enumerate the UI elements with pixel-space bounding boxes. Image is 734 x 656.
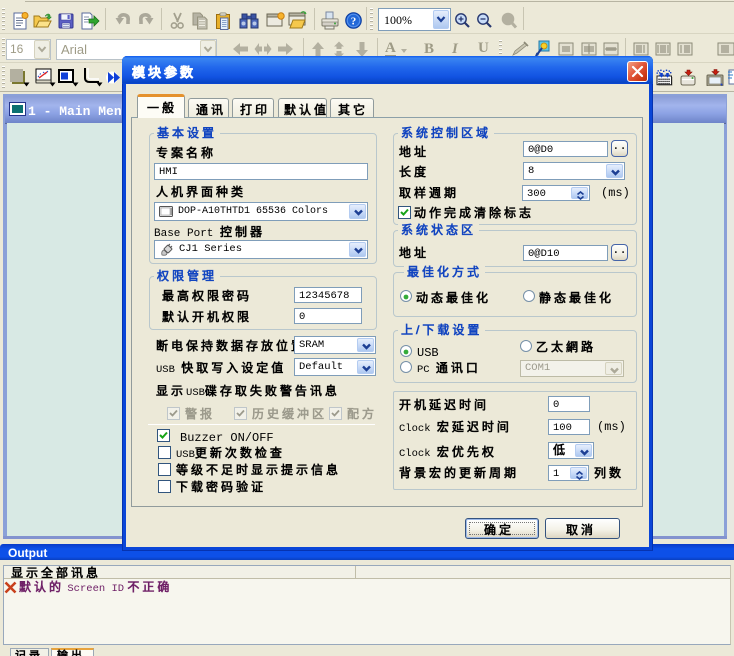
svg-text:?: ?	[351, 16, 357, 28]
